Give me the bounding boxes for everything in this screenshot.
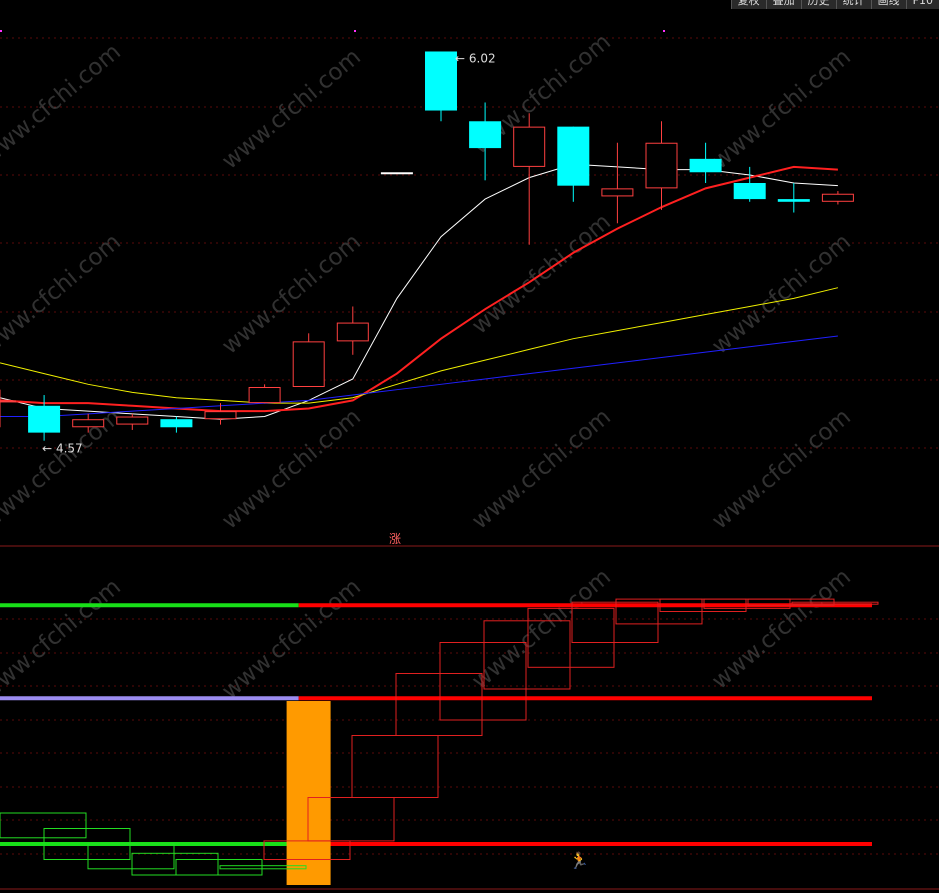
top-marker-dot (0, 30, 2, 32)
candle-body (0, 400, 16, 403)
candle-body (777, 199, 810, 202)
candle-body (116, 416, 149, 425)
candle-body (469, 121, 502, 149)
watermark-text: www.cfchi.com (0, 229, 126, 360)
candle-body (72, 419, 105, 428)
signal-label: 涨 (389, 531, 401, 546)
candle-body (733, 183, 766, 200)
candle-body (513, 126, 546, 167)
watermark-text: www.cfchi.com (0, 574, 126, 705)
indicator-boxes (0, 598, 879, 876)
indicator-box (175, 859, 263, 876)
ma-line-0 (0, 163, 838, 420)
watermark-text: www.cfchi.com (467, 564, 616, 695)
candle-body (248, 387, 281, 404)
watermark-layer: www.cfchi.com www.cfchi.com www.cfchi.com w… (0, 29, 856, 705)
candle-body (336, 322, 369, 342)
watermark-text: www.cfchi.com (217, 44, 366, 175)
candle-body (601, 188, 634, 197)
watermark-text: www.cfchi.com (217, 404, 366, 535)
indicator-box (395, 673, 483, 736)
watermark-text: www.cfchi.com (217, 574, 366, 705)
candle-body (160, 419, 193, 428)
watermark-text: www.cfchi.com (707, 404, 856, 535)
min-price-label: ← 4.57 (42, 442, 83, 456)
candles (0, 51, 854, 441)
candle-body (204, 411, 237, 420)
top-marker-dot (663, 30, 665, 32)
watermark-text: www.cfchi.com (707, 564, 856, 695)
signal-figure-icon: 🏃 (569, 851, 589, 870)
candle-body (557, 126, 590, 186)
watermark-text: www.cfchi.com (707, 229, 856, 360)
indicator-box (0, 812, 87, 839)
candle-body (292, 341, 325, 387)
chart-canvas: www.cfchi.com www.cfchi.com www.cfchi.com w… (0, 29, 939, 890)
watermark-text: www.cfchi.com (0, 404, 126, 535)
watermark-text: www.cfchi.com (0, 39, 126, 170)
watermark-text: www.cfchi.com (467, 404, 616, 535)
candle-body (645, 142, 678, 189)
indicator-box (87, 843, 175, 870)
indicator-box (131, 852, 219, 876)
candle-body (425, 51, 457, 111)
indicator-box (351, 735, 439, 798)
ma-line-1 (0, 165, 838, 413)
top-marker-dot (354, 30, 356, 32)
candle-body (689, 158, 722, 173)
highlight-bar (286, 701, 331, 885)
candle-body (28, 405, 61, 433)
watermark-text: www.cfchi.com (707, 44, 856, 175)
max-price-label: ← 6.02 (455, 51, 496, 65)
candle-body (821, 193, 854, 202)
candle-body (380, 172, 413, 175)
